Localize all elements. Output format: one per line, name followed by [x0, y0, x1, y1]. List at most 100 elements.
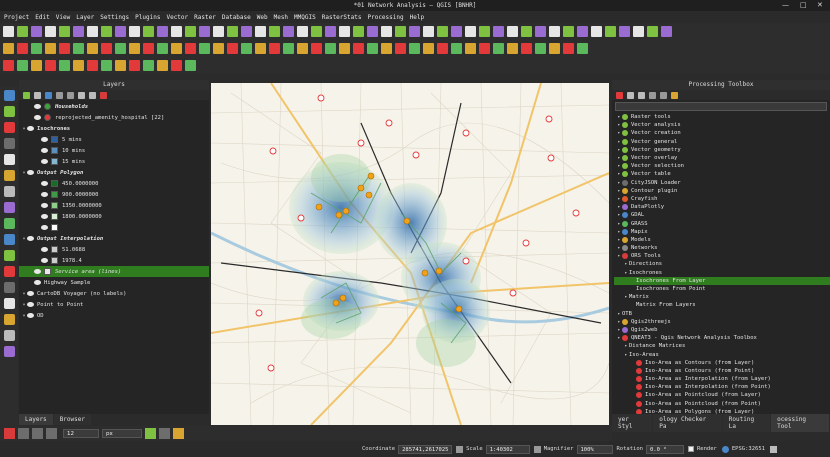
toolbox-item[interactable]: ▸ Vector selection	[614, 162, 830, 170]
tool2-button-icon[interactable]	[451, 43, 462, 54]
toolbox-item[interactable]: ▸ Matrix	[614, 293, 830, 301]
tool1-button-icon[interactable]	[269, 26, 280, 37]
tool2-button-icon[interactable]	[409, 43, 420, 54]
layer-row[interactable]: 1978.4	[19, 255, 209, 266]
tool2-button-icon[interactable]	[73, 43, 84, 54]
layer-row[interactable]: 1800.0000000	[19, 211, 209, 222]
collapse-all-icon[interactable]	[89, 91, 96, 99]
menu-rasterstats[interactable]: RasterStats	[322, 14, 362, 21]
visibility-eye-icon[interactable]	[41, 214, 48, 219]
tool2-button-icon[interactable]	[157, 43, 168, 54]
tool2-button-icon[interactable]	[381, 43, 392, 54]
visibility-eye-icon[interactable]	[41, 247, 48, 252]
tool2-button-icon[interactable]	[437, 43, 448, 54]
tool2-button-icon[interactable]	[521, 43, 532, 54]
tool1-button-icon[interactable]	[339, 26, 350, 37]
tool1-button-icon[interactable]	[395, 26, 406, 37]
coordinate-toggle-icon[interactable]	[456, 445, 464, 453]
tool1-button-icon[interactable]	[437, 26, 448, 37]
history-icon[interactable]	[627, 91, 634, 99]
tool1-button-icon[interactable]	[535, 26, 546, 37]
tool1-button-icon[interactable]	[465, 26, 476, 37]
snap-segment-icon[interactable]	[46, 428, 57, 439]
tool1-button-icon[interactable]	[101, 26, 112, 37]
tool1-button-icon[interactable]	[45, 26, 56, 37]
tool2-button-icon[interactable]	[563, 43, 574, 54]
toolbox-item[interactable]: ▸ ORS Tools	[614, 252, 830, 260]
tool2-button-icon[interactable]	[311, 43, 322, 54]
tool1-button-icon[interactable]	[87, 26, 98, 37]
add-layer-icon[interactable]	[3, 330, 15, 341]
tool2-button-icon[interactable]	[59, 43, 70, 54]
tool2-button-icon[interactable]	[115, 43, 126, 54]
tool2-button-icon[interactable]	[297, 43, 308, 54]
visibility-eye-icon[interactable]	[34, 269, 41, 274]
menu-mmqgis[interactable]: MMQGIS	[294, 14, 316, 21]
maximize-icon[interactable]: □	[800, 1, 807, 9]
tool1-button-icon[interactable]	[297, 26, 308, 37]
tool1-button-icon[interactable]	[493, 26, 504, 37]
tool1-button-icon[interactable]	[129, 26, 140, 37]
toolbox-item[interactable]: ▸ Contour plugin	[614, 187, 830, 195]
visibility-eye-icon[interactable]	[41, 159, 48, 164]
tool3-button-icon[interactable]	[31, 60, 42, 71]
tool2-button-icon[interactable]	[171, 43, 182, 54]
add-group-icon[interactable]	[34, 91, 41, 99]
tool1-button-icon[interactable]	[507, 26, 518, 37]
menu-database[interactable]: Database	[222, 14, 251, 21]
tool3-button-icon[interactable]	[87, 60, 98, 71]
menu-web[interactable]: Web	[257, 14, 268, 21]
tool1-button-icon[interactable]	[479, 26, 490, 37]
tool1-button-icon[interactable]	[157, 26, 168, 37]
tool1-button-icon[interactable]	[325, 26, 336, 37]
tool2-button-icon[interactable]	[3, 43, 14, 54]
layer-row[interactable]: ▾ Point to Point	[19, 299, 209, 310]
visibility-eye-icon[interactable]	[34, 104, 41, 109]
tool1-button-icon[interactable]	[73, 26, 84, 37]
visibility-eye-icon[interactable]	[27, 170, 34, 175]
close-icon[interactable]: ✕	[817, 1, 823, 9]
tool3-button-icon[interactable]	[45, 60, 56, 71]
tool1-button-icon[interactable]	[171, 26, 182, 37]
tool2-button-icon[interactable]	[17, 43, 28, 54]
tool2-button-icon[interactable]	[479, 43, 490, 54]
tool1-button-icon[interactable]	[143, 26, 154, 37]
tool1-button-icon[interactable]	[311, 26, 322, 37]
tool3-button-icon[interactable]	[3, 60, 14, 71]
layer-row[interactable]: 10 mins	[19, 145, 209, 156]
tool3-button-icon[interactable]	[143, 60, 154, 71]
add-layer-icon[interactable]	[3, 346, 15, 357]
magnifier-field[interactable]: 100%	[576, 444, 613, 454]
tool1-button-icon[interactable]	[591, 26, 602, 37]
right-panel-tab[interactable]: yer Styl	[612, 414, 653, 432]
expand-all-icon[interactable]	[78, 91, 85, 99]
toolbox-item[interactable]: ▸ Qgis2web	[614, 326, 830, 334]
tool1-button-icon[interactable]	[451, 26, 462, 37]
tool1-button-icon[interactable]	[409, 26, 420, 37]
toolbox-item[interactable]: ▸ Isochrones	[614, 269, 830, 277]
visibility-eye-icon[interactable]	[27, 302, 34, 307]
toolbox-search-input[interactable]	[615, 102, 827, 111]
tool1-button-icon[interactable]	[647, 26, 658, 37]
tool2-button-icon[interactable]	[395, 43, 406, 54]
tool2-button-icon[interactable]	[367, 43, 378, 54]
toolbox-item[interactable]: Isochrones From Layer	[614, 276, 830, 285]
menu-mesh[interactable]: Mesh	[274, 14, 288, 21]
tool1-button-icon[interactable]	[633, 26, 644, 37]
layer-row[interactable]: 15 mins	[19, 156, 209, 167]
filter-expression-icon[interactable]	[67, 91, 74, 99]
layer-row[interactable]: 1350.0000000	[19, 200, 209, 211]
minimize-icon[interactable]: —	[782, 1, 789, 9]
tool2-button-icon[interactable]	[535, 43, 546, 54]
render-checkbox[interactable]	[688, 446, 694, 452]
add-layer-icon[interactable]	[3, 170, 15, 181]
tool3-button-icon[interactable]	[101, 60, 112, 71]
toolbox-item[interactable]: ▸ Networks	[614, 244, 830, 252]
toolbox-item[interactable]: ▸ DataPlotly	[614, 203, 830, 211]
tool3-button-icon[interactable]	[115, 60, 126, 71]
toolbox-item[interactable]: ▸ GDAL	[614, 211, 830, 219]
toolbox-item[interactable]: ▸ Qgis2threejs	[614, 318, 830, 326]
manage-themes-icon[interactable]	[45, 91, 52, 99]
toolbox-item[interactable]: ▸ Vector analysis	[614, 121, 830, 129]
snap-tolerance-input[interactable]: 12	[63, 429, 99, 438]
